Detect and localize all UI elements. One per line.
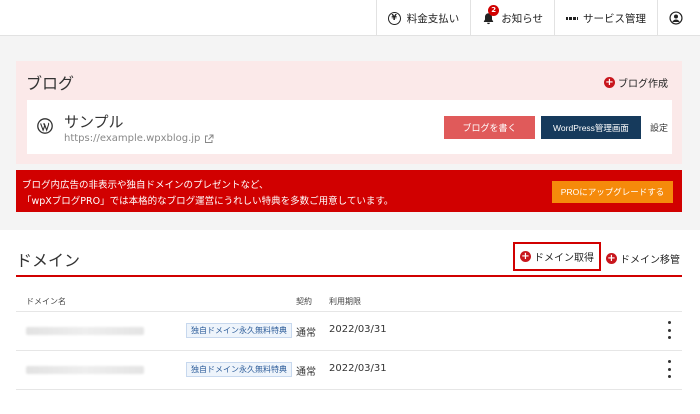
more-options-icon[interactable] bbox=[666, 321, 672, 339]
contract-type: 通常 bbox=[296, 367, 316, 378]
blog-card: サンプル https://example.wpxblog.jp ブログを書く W… bbox=[27, 100, 672, 154]
billing-label: 料金支払い bbox=[406, 12, 460, 25]
plus-circle-icon: + bbox=[520, 251, 531, 262]
table-row: 独自ドメイン永久無料特典 通常 2022/03/31 bbox=[16, 312, 682, 350]
notifications-menu[interactable]: 2 お知らせ bbox=[470, 0, 554, 36]
wordpress-icon bbox=[37, 118, 53, 134]
column-header-contract: 契約 bbox=[296, 297, 312, 306]
promo-text-line-1: ブログ内広告の非表示や独自ドメインのプレゼントなど、 bbox=[22, 180, 269, 191]
table-divider bbox=[16, 389, 682, 390]
yen-icon: ¥ bbox=[387, 11, 401, 25]
expiry-date: 2022/03/31 bbox=[329, 363, 387, 374]
table-row: 独自ドメイン永久無料特典 通常 2022/03/31 bbox=[16, 351, 682, 389]
site-name: サンプル bbox=[64, 113, 124, 131]
top-bar: ¥ 料金支払い 2 お知らせ サービス管理 bbox=[0, 0, 700, 36]
promo-text-line-2: 「wpXブログPRO」では本格的なブログ運営にうれしい特典を多数ご用意しています… bbox=[22, 196, 394, 207]
site-url-link[interactable]: https://example.wpxblog.jp bbox=[64, 133, 214, 144]
domain-section: ドメイン + ドメイン取得 + ドメイン移管 ドメイン名 契約 利用期限 独自ド… bbox=[0, 230, 700, 414]
user-menu[interactable] bbox=[657, 0, 700, 36]
write-blog-button[interactable]: ブログを書く bbox=[444, 116, 535, 139]
settings-link[interactable]: 設定 bbox=[650, 121, 668, 134]
grid-icon bbox=[566, 13, 577, 24]
free-domain-badge: 独自ドメイン永久無料特典 bbox=[186, 362, 292, 377]
expiry-date: 2022/03/31 bbox=[329, 324, 387, 335]
billing-menu[interactable]: ¥ 料金支払い bbox=[375, 0, 471, 36]
domain-divider bbox=[16, 275, 682, 277]
notifications-label: お知らせ bbox=[501, 12, 543, 25]
domain-name-redacted bbox=[26, 327, 144, 335]
site-url-text: https://example.wpxblog.jp bbox=[64, 133, 201, 144]
column-header-domain-name: ドメイン名 bbox=[26, 297, 66, 306]
domain-name-redacted bbox=[26, 366, 144, 374]
free-domain-badge: 独自ドメイン永久無料特典 bbox=[186, 323, 292, 338]
plus-circle-icon: + bbox=[606, 253, 617, 264]
wordpress-admin-button[interactable]: WordPress管理画面 bbox=[541, 116, 641, 139]
plus-circle-icon: + bbox=[604, 77, 615, 88]
upgrade-pro-button[interactable]: PROにアップグレードする bbox=[552, 181, 673, 203]
external-link-icon bbox=[205, 134, 214, 143]
domain-acquire-button[interactable]: + ドメイン取得 bbox=[513, 242, 601, 271]
blog-create-label: ブログ作成 bbox=[618, 79, 668, 90]
domain-acquire-label: ドメイン取得 bbox=[534, 253, 594, 264]
blog-section: ブログ + ブログ作成 サンプル https://example.wpxblog… bbox=[16, 61, 682, 164]
blog-section-title: ブログ bbox=[26, 74, 75, 93]
pro-promo-banner: ブログ内広告の非表示や独自ドメインのプレゼントなど、 「wpXブログPRO」では… bbox=[16, 170, 682, 212]
notification-count-badge: 2 bbox=[488, 4, 500, 16]
domain-transfer-label: ドメイン移管 bbox=[620, 255, 680, 266]
services-menu[interactable]: サービス管理 bbox=[554, 0, 657, 36]
domain-section-title: ドメイン bbox=[16, 251, 81, 270]
services-label: サービス管理 bbox=[583, 12, 646, 25]
user-icon bbox=[669, 11, 683, 25]
more-options-icon[interactable] bbox=[666, 360, 672, 378]
blog-create-button[interactable]: + ブログ作成 bbox=[604, 75, 668, 90]
bell-icon: 2 bbox=[482, 4, 500, 25]
column-header-expiry: 利用期限 bbox=[329, 297, 361, 306]
contract-type: 通常 bbox=[296, 328, 316, 339]
domain-transfer-button[interactable]: + ドメイン移管 bbox=[606, 251, 680, 266]
